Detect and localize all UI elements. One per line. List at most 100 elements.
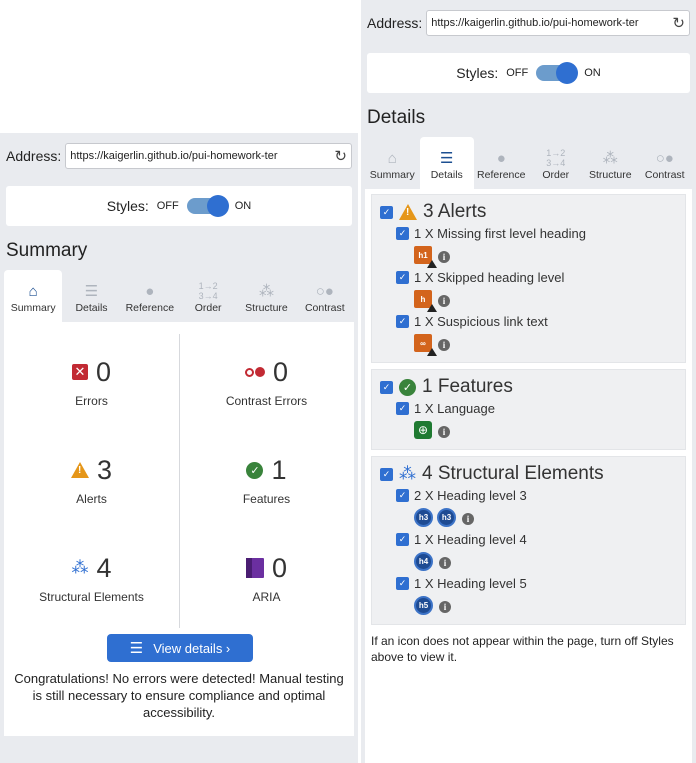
alert-icon: ! [70, 462, 89, 478]
item-checkbox[interactable]: ✓ [396, 271, 409, 284]
features-count: 1 [271, 454, 287, 485]
stat-errors[interactable]: ✕ 0 Errors [4, 334, 179, 432]
features-checkbox[interactable]: ✓ [380, 380, 393, 394]
list-icon: ☰ [129, 640, 144, 657]
info-icon[interactable]: i [438, 426, 450, 438]
home-icon: ⌂ [28, 282, 38, 300]
tab-details[interactable]: ☰ Details [62, 270, 120, 322]
missing-h1-icon[interactable]: h1 [414, 246, 437, 268]
structure-group: ✓ ⁂ 4 Structural Elements ✓ 2 X Heading … [371, 456, 686, 625]
details-panel: Address: https://kaigerlin.github.io/pui… [361, 0, 696, 763]
heading-h4-icon[interactable]: h4 [414, 551, 433, 571]
alerts-label: Alerts [76, 491, 107, 506]
alerts-count: 3 [96, 454, 113, 485]
tab-contrast[interactable]: ○● Contrast [296, 270, 354, 322]
features-heading: 1 Features [422, 376, 513, 397]
styles-on-label: ON [234, 200, 252, 212]
contrast-error-icon [244, 367, 265, 377]
tab-details[interactable]: ☰ Details [419, 137, 474, 189]
list-item: ✓ 1 X Language ⊕ i [380, 401, 677, 441]
heading-h3-icon[interactable]: h3 [437, 507, 456, 527]
address-bar: Address: https://kaigerlin.github.io/pui… [361, 0, 696, 45]
alerts-heading: 3 Alerts [423, 201, 487, 222]
stat-grid: ✕ 0 Errors 0 Contrast Errors ! 3 Alerts [4, 334, 354, 628]
order-icon: 1→2 3→4 [198, 281, 218, 301]
reload-icon[interactable]: ↻ [334, 147, 347, 165]
tab-structure[interactable]: ⁂ Structure [237, 270, 295, 322]
address-bar: Address: https://kaigerlin.github.io/pui… [0, 133, 358, 178]
info-icon: ● [496, 149, 506, 167]
reload-icon[interactable]: ↻ [672, 14, 685, 32]
item-checkbox[interactable]: ✓ [396, 402, 409, 415]
skipped-heading-icon[interactable]: h [414, 290, 437, 312]
stat-alerts[interactable]: ! 3 Alerts [4, 432, 179, 530]
contrast-errors-label: Contrast Errors [225, 393, 308, 408]
aria-label: ARIA [252, 589, 281, 604]
tab-order[interactable]: 1→2 3→4 Order [529, 137, 584, 189]
item-checkbox[interactable]: ✓ [396, 533, 409, 546]
tab-summary[interactable]: ⌂ Summary [365, 137, 420, 189]
aria-count: 0 [271, 552, 288, 583]
address-input[interactable]: https://kaigerlin.github.io/pui-homework… [65, 142, 352, 169]
styles-toggle[interactable] [536, 62, 579, 84]
info-icon[interactable]: i [438, 251, 450, 263]
stat-aria[interactable]: 0 ARIA [179, 530, 354, 628]
address-input[interactable]: https://kaigerlin.github.io/pui-homework… [426, 9, 690, 36]
structure-icon: ⁂ [71, 558, 89, 577]
styles-label: Styles: [106, 198, 149, 214]
footnote: If an icon does not appear within the pa… [371, 634, 674, 664]
styles-toggle-row: Styles: OFF ON [367, 53, 690, 93]
item-checkbox[interactable]: ✓ [396, 577, 409, 590]
styles-off-label: OFF [156, 200, 179, 212]
item-checkbox[interactable]: ✓ [396, 227, 409, 240]
list-item: ✓ 1 X Heading level 5 h5 i [380, 576, 677, 616]
stat-structural-elements[interactable]: ⁂ 4 Structural Elements [4, 530, 179, 628]
summary-content: ✕ 0 Errors 0 Contrast Errors ! 3 Alerts [4, 322, 354, 736]
item-checkbox[interactable]: ✓ [396, 489, 409, 502]
alerts-checkbox[interactable]: ✓ [380, 205, 393, 219]
list-icon: ☰ [440, 150, 454, 167]
info-icon[interactable]: i [439, 601, 451, 613]
list-item: ✓ 2 X Heading level 3 h3 h3 i [380, 488, 677, 528]
info-icon[interactable]: i [438, 295, 450, 307]
styles-on-label: ON [584, 67, 601, 79]
summary-panel: Address: https://kaigerlin.github.io/pui… [0, 133, 358, 763]
info-icon: ● [145, 282, 155, 300]
suspicious-link-icon[interactable]: ∞ [414, 334, 437, 356]
tab-reference[interactable]: ● Reference [474, 137, 529, 189]
stat-contrast-errors[interactable]: 0 Contrast Errors [179, 334, 354, 432]
tab-order[interactable]: 1→2 3→4 Order [179, 270, 237, 322]
tab-reference[interactable]: ● Reference [121, 270, 179, 322]
info-icon[interactable]: i [439, 557, 451, 569]
styles-toggle[interactable] [186, 195, 229, 217]
tab-bar: ⌂ Summary ☰ Details ● Reference 1→2 3→4 O… [4, 270, 354, 322]
heading-h3-icon[interactable]: h3 [414, 507, 433, 527]
item-checkbox[interactable]: ✓ [396, 315, 409, 328]
view-details-button[interactable]: ☰ View details › [107, 634, 253, 662]
tab-contrast[interactable]: ○● Contrast [638, 137, 693, 189]
heading-h5-icon[interactable]: h5 [414, 595, 433, 615]
language-icon[interactable]: ⊕ [414, 421, 432, 439]
error-icon: ✕ [71, 364, 88, 380]
info-icon[interactable]: i [462, 513, 474, 525]
list-icon: ☰ [84, 283, 99, 300]
styles-off-label: OFF [506, 67, 529, 79]
tab-structure[interactable]: ⁂ Structure [583, 137, 638, 189]
errors-label: Errors [75, 393, 108, 408]
list-item: ✓ 1 X Skipped heading level h i [380, 270, 677, 312]
address-label: Address: [367, 14, 423, 31]
tab-bar: ⌂ Summary ☰ Details ● Reference 1→2 3→4 O… [365, 137, 692, 189]
features-group: ✓ ✓ 1 Features ✓ 1 X Language ⊕ i [371, 369, 686, 450]
feature-icon: ✓ [246, 461, 264, 479]
structural-count: 4 [96, 552, 112, 583]
list-item: ✓ 1 X Suspicious link text ∞ i [380, 314, 677, 356]
tab-summary[interactable]: ⌂ Summary [4, 270, 63, 322]
stat-features[interactable]: ✓ 1 Features [179, 432, 354, 530]
address-url: https://kaigerlin.github.io/pui-homework… [431, 16, 639, 29]
aria-icon [245, 558, 264, 578]
alerts-group: ✓ ! 3 Alerts ✓ 1 X Missing first level h… [371, 194, 686, 363]
contrast-icon: ○● [655, 149, 674, 167]
info-icon[interactable]: i [438, 339, 450, 351]
address-url: https://kaigerlin.github.io/pui-homework… [70, 149, 278, 162]
structure-checkbox[interactable]: ✓ [380, 467, 393, 481]
